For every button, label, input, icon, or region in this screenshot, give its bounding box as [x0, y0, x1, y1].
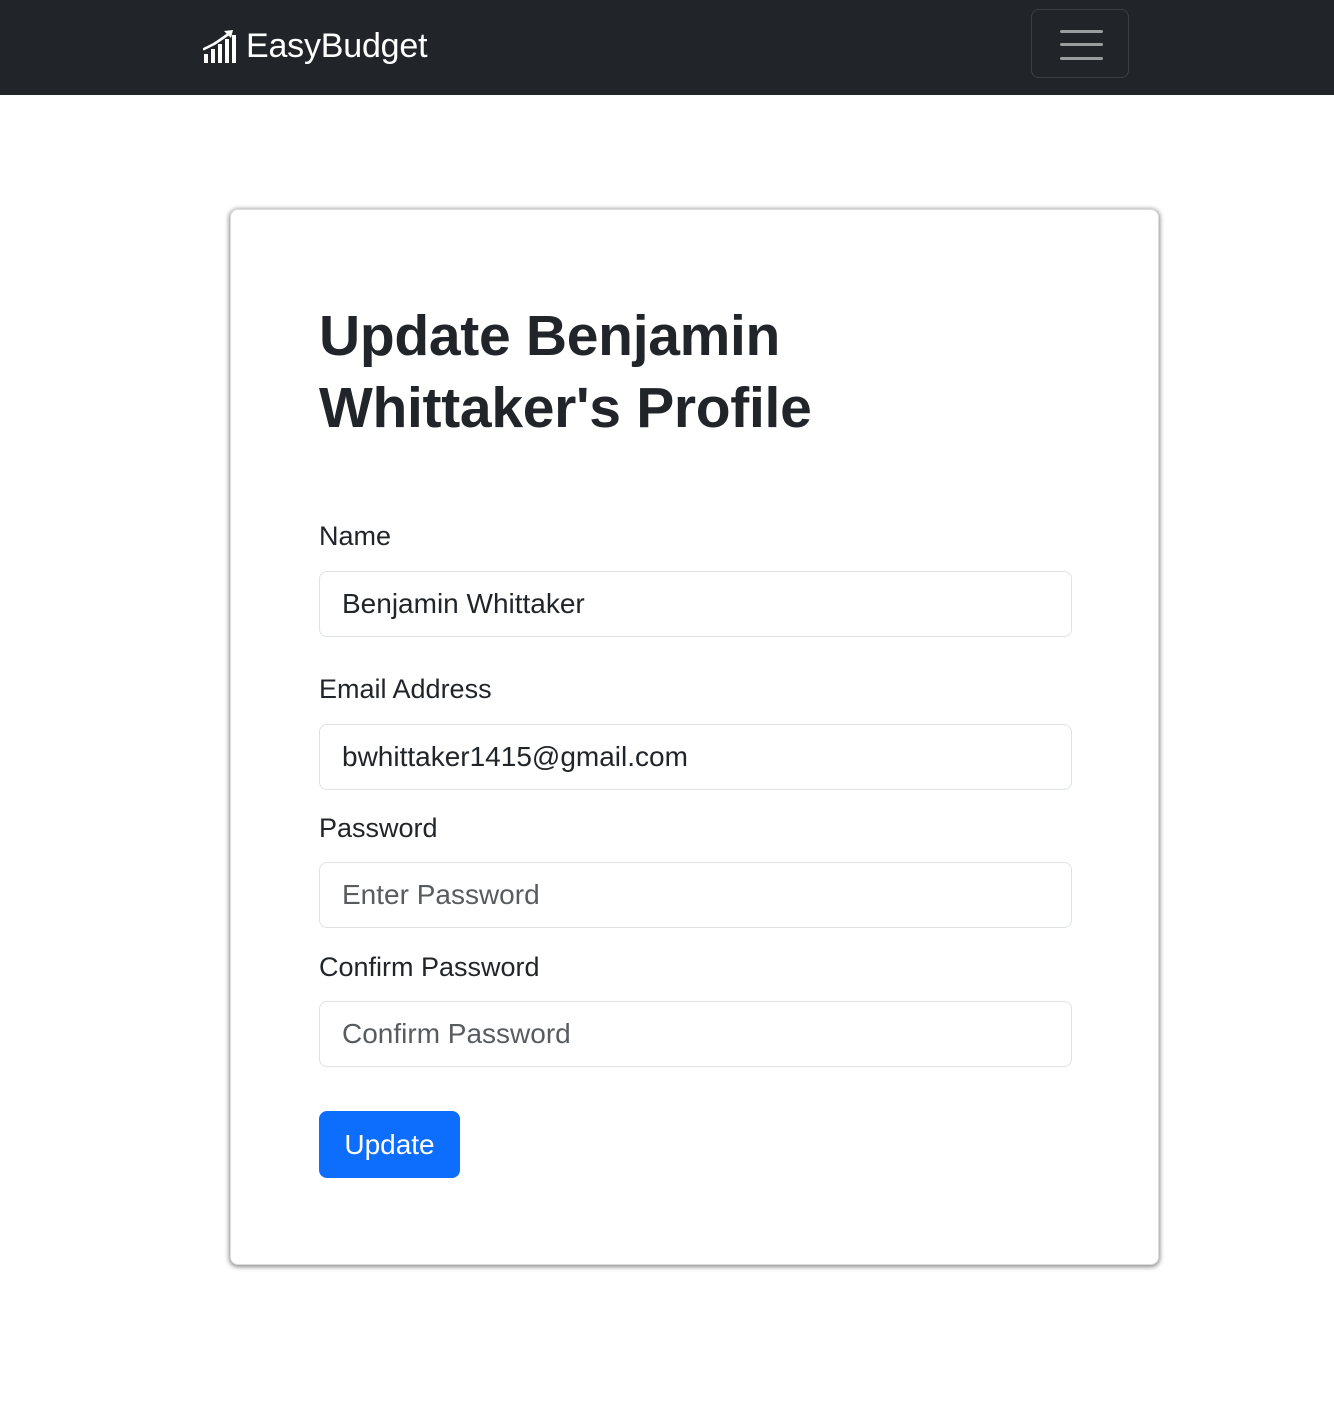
password-input[interactable]: [319, 862, 1072, 928]
confirm-password-label: Confirm Password: [319, 952, 540, 982]
email-input[interactable]: [319, 724, 1072, 790]
confirm-password-input[interactable]: [319, 1001, 1072, 1067]
page-title: Update Benjamin Whittaker's Profile: [319, 304, 812, 440]
password-label: Password: [319, 813, 438, 843]
email-label: Email Address: [319, 674, 492, 704]
name-label: Name: [319, 521, 392, 551]
brand-name: EasyBudget: [246, 27, 428, 65]
update-button[interactable]: Update: [319, 1111, 460, 1178]
bar-chart-growth-icon: [203, 30, 236, 63]
brand-link[interactable]: EasyBudget: [203, 25, 428, 67]
profile-card: Update Benjamin Whittaker's Profile Name…: [230, 209, 1159, 1265]
navbar-toggle-button[interactable]: [1031, 9, 1129, 78]
name-input[interactable]: [319, 571, 1072, 637]
hamburger-menu-icon: [1060, 29, 1103, 61]
top-navbar: EasyBudget: [0, 0, 1334, 95]
